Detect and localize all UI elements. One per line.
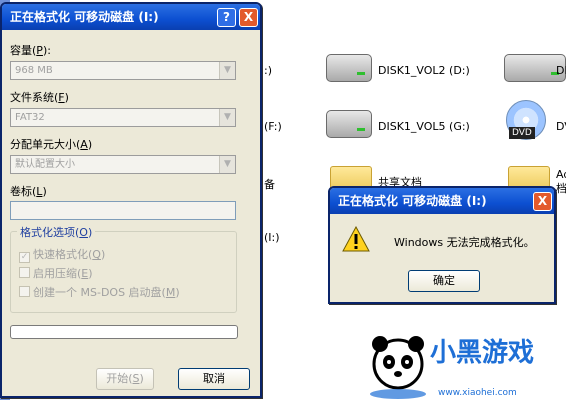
logo-url: www.xiaohei.com xyxy=(438,388,517,398)
allocation-label: 分配单元大小(A) xyxy=(10,138,93,151)
chevron-down-icon: ▼ xyxy=(219,62,235,79)
close-button[interactable]: X xyxy=(239,8,258,27)
close-button[interactable]: X xyxy=(533,192,552,211)
dvd-tag: DVD xyxy=(509,127,535,139)
format-progress-bar xyxy=(10,325,238,339)
cancel-button[interactable]: 取消 xyxy=(178,368,250,390)
warning-icon xyxy=(342,226,370,252)
volume-label-label: 卷标(L) xyxy=(10,185,47,198)
compression-checkbox[interactable]: 启用压缩(E) xyxy=(19,265,93,281)
filesystem-label: 文件系统(F) xyxy=(10,91,69,104)
capacity-label: 容量(P): xyxy=(10,44,51,57)
allocation-select[interactable]: 默认配置大小 ▼ xyxy=(10,155,236,174)
error-message: Windows 无法完成格式化。 xyxy=(394,236,535,249)
quick-format-checkbox[interactable]: ✓ 快速格式化(Q) xyxy=(19,246,105,263)
item-label-partial: 备 xyxy=(264,178,275,191)
drive-label[interactable]: DISK1_VOL2 (D:) xyxy=(378,64,470,77)
format-dialog: 正在格式化 可移动磁盘 (I:) ? X 容量(P): 968 MB ▼ 文件系统… xyxy=(0,2,262,398)
error-dialog: 正在格式化 可移动磁盘 (I:) X Windows 无法完成格式化。 确定 xyxy=(328,186,556,304)
dvd-drive-icon[interactable]: DVD xyxy=(506,100,546,140)
drive-label-partial: DI xyxy=(556,64,566,77)
drive-label-partial: (I:) xyxy=(264,231,280,244)
format-options-group: 格式化选项(O) ✓ 快速格式化(Q) 启用压缩(E) 创建一个 MS-DOS 启… xyxy=(10,224,237,313)
chevron-down-icon: ▼ xyxy=(219,156,235,173)
capacity-select[interactable]: 968 MB ▼ xyxy=(10,61,236,80)
msdos-startup-checkbox[interactable]: 创建一个 MS-DOS 启动盘(M) xyxy=(19,284,180,300)
format-dialog-titlebar[interactable]: 正在格式化 可移动磁盘 (I:) ? X xyxy=(2,4,260,30)
volume-label-input[interactable] xyxy=(10,201,236,220)
error-dialog-titlebar[interactable]: 正在格式化 可移动磁盘 (I:) X xyxy=(330,188,554,214)
check-icon: ✓ xyxy=(19,252,30,263)
folder-label-partial: 档 xyxy=(556,182,566,195)
start-button[interactable]: 开始(S) xyxy=(96,368,154,390)
drive-label-partial: :) xyxy=(264,64,272,77)
xiaohei-logo: 小黑游戏 www.xiaohei.com xyxy=(358,328,558,400)
drive-label-partial: (F:) xyxy=(264,120,282,133)
help-button[interactable]: ? xyxy=(217,8,236,27)
error-dialog-title: 正在格式化 可移动磁盘 (I:) xyxy=(338,194,487,208)
format-dialog-title: 正在格式化 可移动磁盘 (I:) xyxy=(10,10,159,24)
logo-brand: 小黑游戏 xyxy=(430,338,535,368)
ok-button[interactable]: 确定 xyxy=(408,270,480,292)
format-options-title: 格式化选项(O) xyxy=(17,224,96,240)
filesystem-select[interactable]: FAT32 ▼ xyxy=(10,108,236,127)
drive-label[interactable]: DISK1_VOL5 (G:) xyxy=(378,120,470,133)
drive-label-partial: DV xyxy=(556,120,566,133)
hard-drive-icon[interactable] xyxy=(326,110,372,138)
hard-drive-icon[interactable] xyxy=(326,54,372,82)
chevron-down-icon: ▼ xyxy=(219,109,235,126)
